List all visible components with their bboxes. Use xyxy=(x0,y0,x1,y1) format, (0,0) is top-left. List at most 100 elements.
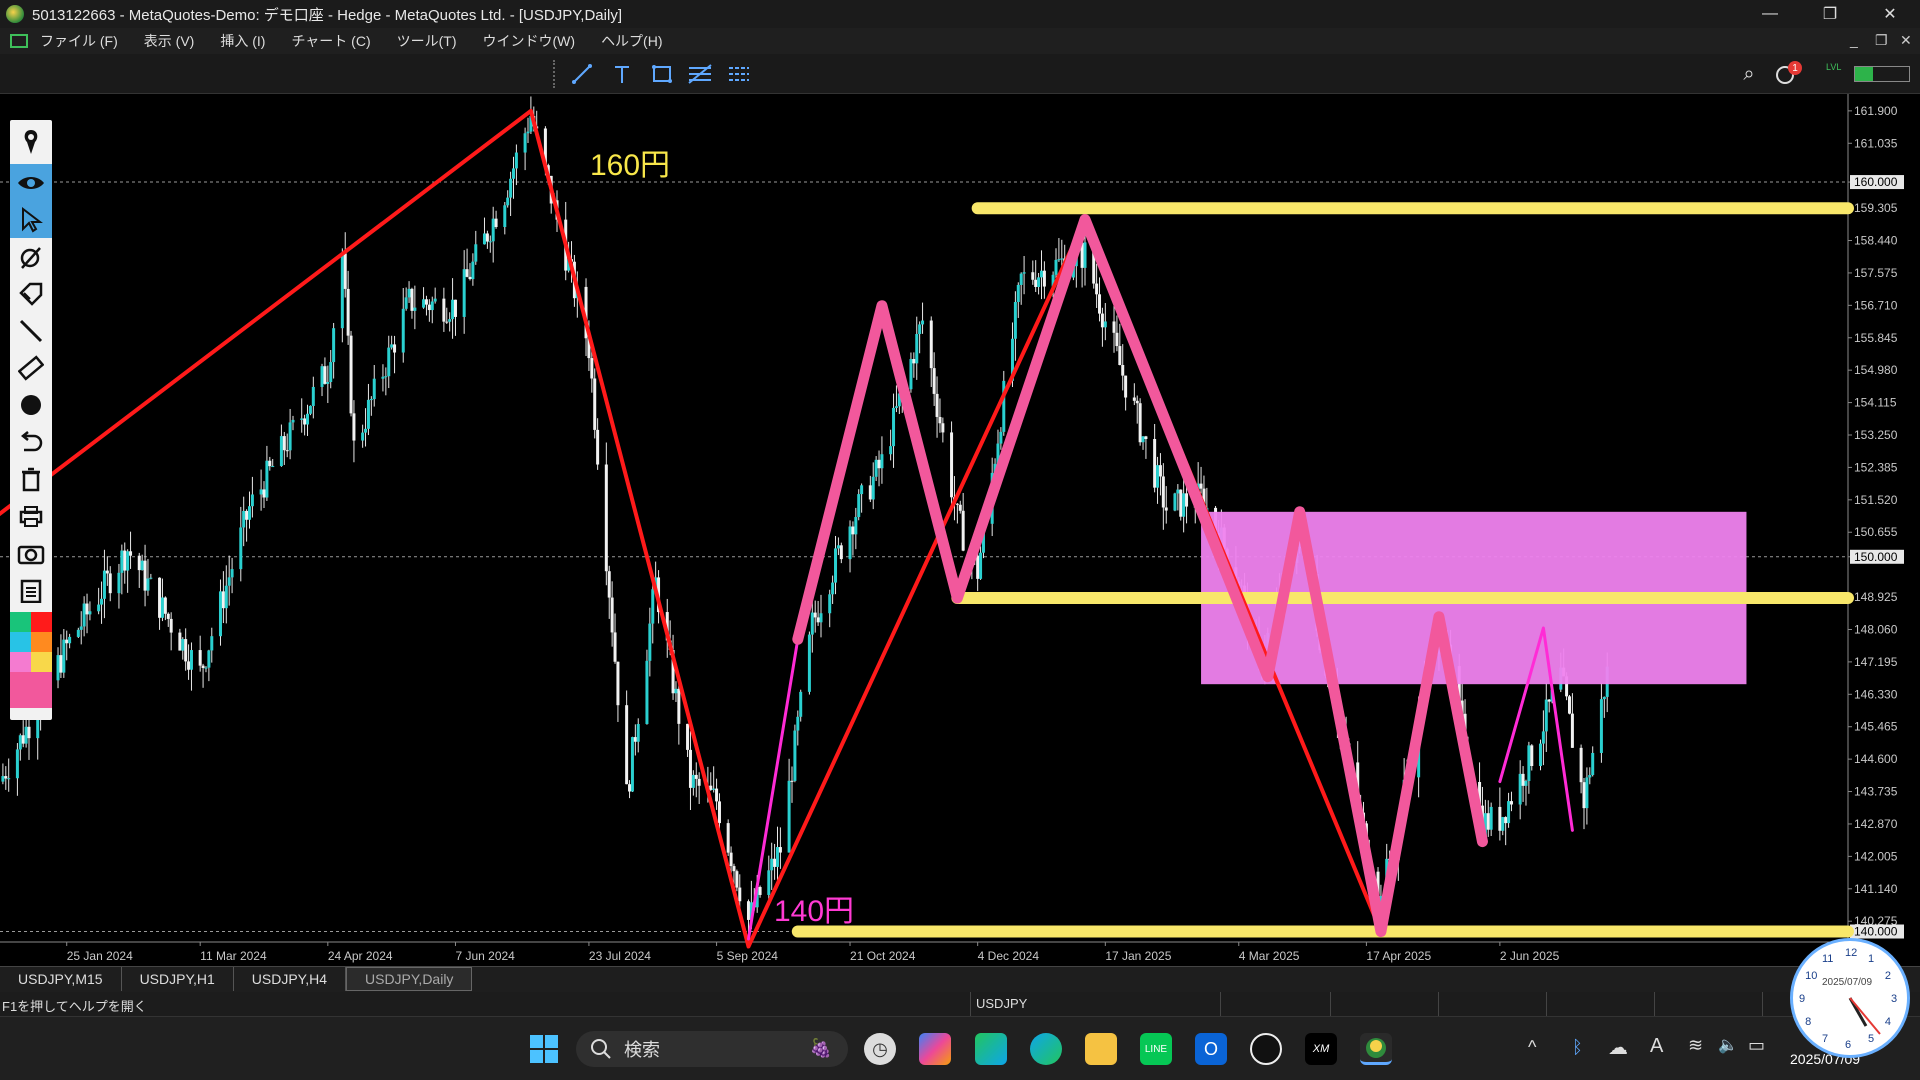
candle-body xyxy=(1504,817,1508,824)
tag-icon[interactable] xyxy=(10,275,52,312)
connection-indicator xyxy=(1854,66,1910,82)
tab-usdjpy-m15[interactable]: USDJPY,M15 xyxy=(0,967,122,991)
dot-icon[interactable] xyxy=(10,386,52,423)
menu-window[interactable]: ウインドウ(W) xyxy=(483,31,576,51)
candle-body xyxy=(117,572,121,594)
cloud-icon[interactable]: ☁ xyxy=(1608,1035,1628,1060)
y-tick-label: 152.385 xyxy=(1854,460,1898,474)
explorer-icon[interactable] xyxy=(1085,1033,1117,1065)
child-restore-button[interactable]: ❐ xyxy=(1875,32,1888,49)
candle-body xyxy=(778,847,782,853)
menu-file[interactable]: ファイル (F) xyxy=(40,31,118,51)
xm-icon[interactable]: XM xyxy=(1305,1033,1337,1065)
menu-help[interactable]: ヘルプ(H) xyxy=(601,31,662,51)
candle-body xyxy=(108,573,112,594)
search-icon[interactable]: ⌕ xyxy=(1736,61,1762,87)
tab-usdjpy-h1[interactable]: USDJPY,H1 xyxy=(122,967,234,991)
candle-body xyxy=(427,304,431,311)
child-minimize-button[interactable]: _ xyxy=(1850,32,1858,48)
minimize-button[interactable]: — xyxy=(1740,0,1800,28)
candle-body xyxy=(1579,747,1583,783)
menu-view[interactable]: 表示 (V) xyxy=(144,31,195,51)
color-cyan[interactable] xyxy=(10,632,31,652)
annotation-160[interactable]: 160円 xyxy=(590,140,670,184)
print-icon[interactable] xyxy=(10,497,52,534)
candle-body xyxy=(810,612,814,635)
volume-icon[interactable]: 🔈 xyxy=(1718,1035,1738,1055)
candle-body xyxy=(732,866,736,872)
line-icon[interactable] xyxy=(10,312,52,349)
camera-icon[interactable] xyxy=(10,534,52,571)
channel-icon[interactable] xyxy=(726,61,752,87)
clipboard-icon[interactable] xyxy=(10,571,52,608)
candle-body xyxy=(1153,438,1157,488)
candle-body xyxy=(27,726,31,739)
candle-body xyxy=(445,321,449,323)
close-button[interactable]: ✕ xyxy=(1860,0,1920,28)
eraser-icon[interactable] xyxy=(10,238,52,275)
windows-start-icon[interactable] xyxy=(528,1033,560,1065)
tab-usdjpy-h4[interactable]: USDJPY,H4 xyxy=(234,967,346,991)
ruler-icon[interactable] xyxy=(10,349,52,386)
candle-body xyxy=(1161,476,1165,508)
candle-body xyxy=(201,665,205,668)
search-highlight-icon: 🍇 xyxy=(809,1038,832,1058)
y-tick-label: 140.000 xyxy=(1854,925,1898,939)
candle-body xyxy=(474,244,478,262)
clock-app-icon[interactable]: ◷ xyxy=(864,1033,896,1065)
undo-icon[interactable] xyxy=(10,423,52,460)
text-icon[interactable] xyxy=(609,61,635,87)
menu-chart[interactable]: チャート (C) xyxy=(291,31,370,51)
candle-body xyxy=(306,413,310,425)
chart-menu-icon[interactable] xyxy=(10,34,28,48)
eye-icon[interactable] xyxy=(10,164,52,201)
account-icon[interactable]: 1 xyxy=(1774,61,1802,87)
trendline-icon[interactable] xyxy=(569,61,595,87)
photos-icon[interactable] xyxy=(975,1033,1007,1065)
y-tick-label: 156.710 xyxy=(1854,298,1898,312)
copilot-icon[interactable] xyxy=(919,1033,951,1065)
candle-body xyxy=(207,650,211,668)
color-pink[interactable] xyxy=(10,652,31,672)
color-orange[interactable] xyxy=(31,632,52,652)
price-chart[interactable]: 161.900 161.035 160.000 159.305 158.440 157.5… xyxy=(0,94,1920,966)
pen-icon[interactable] xyxy=(10,120,52,164)
candle-body xyxy=(282,436,286,451)
annotation-140[interactable]: 140円 xyxy=(774,886,854,930)
menu-tools[interactable]: ツール(T) xyxy=(397,31,457,51)
color-yellow[interactable] xyxy=(31,652,52,672)
color-current[interactable] xyxy=(10,672,52,708)
color-red[interactable] xyxy=(31,612,52,632)
fibonacci-icon[interactable] xyxy=(687,61,713,87)
child-close-button[interactable]: ✕ xyxy=(1900,32,1912,49)
candle-body xyxy=(361,432,365,441)
trash-icon[interactable] xyxy=(10,460,52,497)
chart-area[interactable]: 161.900 161.035 160.000 159.305 158.440 157.5… xyxy=(0,94,1920,966)
taskbar-search[interactable]: 検索 🍇 xyxy=(576,1031,848,1067)
wifi-icon[interactable]: ≋ xyxy=(1688,1035,1703,1056)
battery-icon[interactable]: ▭ xyxy=(1748,1035,1765,1056)
restore-button[interactable]: ❐ xyxy=(1800,0,1860,28)
tradingview-icon[interactable] xyxy=(1250,1033,1282,1065)
tray-chevron-icon[interactable]: ^ xyxy=(1528,1037,1536,1058)
color-green[interactable] xyxy=(10,612,31,632)
candle-body xyxy=(97,604,101,612)
clock-numeral: 11 xyxy=(1822,953,1833,965)
line-icon[interactable]: LINE xyxy=(1140,1033,1172,1065)
rectangle-icon[interactable] xyxy=(649,61,675,87)
candle-body xyxy=(311,386,315,406)
outlook-icon[interactable]: O xyxy=(1195,1033,1227,1065)
candle-body xyxy=(76,629,80,637)
toolbar-grip[interactable] xyxy=(553,60,555,88)
metatrader-icon[interactable] xyxy=(1360,1033,1392,1065)
edge-icon[interactable] xyxy=(1030,1033,1062,1065)
candle-body xyxy=(773,858,777,867)
signal-icon[interactable]: LVL xyxy=(1826,62,1841,72)
candle-body xyxy=(929,320,933,369)
tab-usdjpy-daily[interactable]: USDJPY,Daily xyxy=(346,967,473,991)
cursor-icon[interactable] xyxy=(10,201,52,238)
candle-body xyxy=(291,419,295,423)
ime-icon[interactable]: A xyxy=(1650,1035,1663,1058)
bluetooth-icon[interactable]: ᛒ xyxy=(1572,1037,1583,1058)
menu-insert[interactable]: 挿入 (I) xyxy=(220,31,265,51)
